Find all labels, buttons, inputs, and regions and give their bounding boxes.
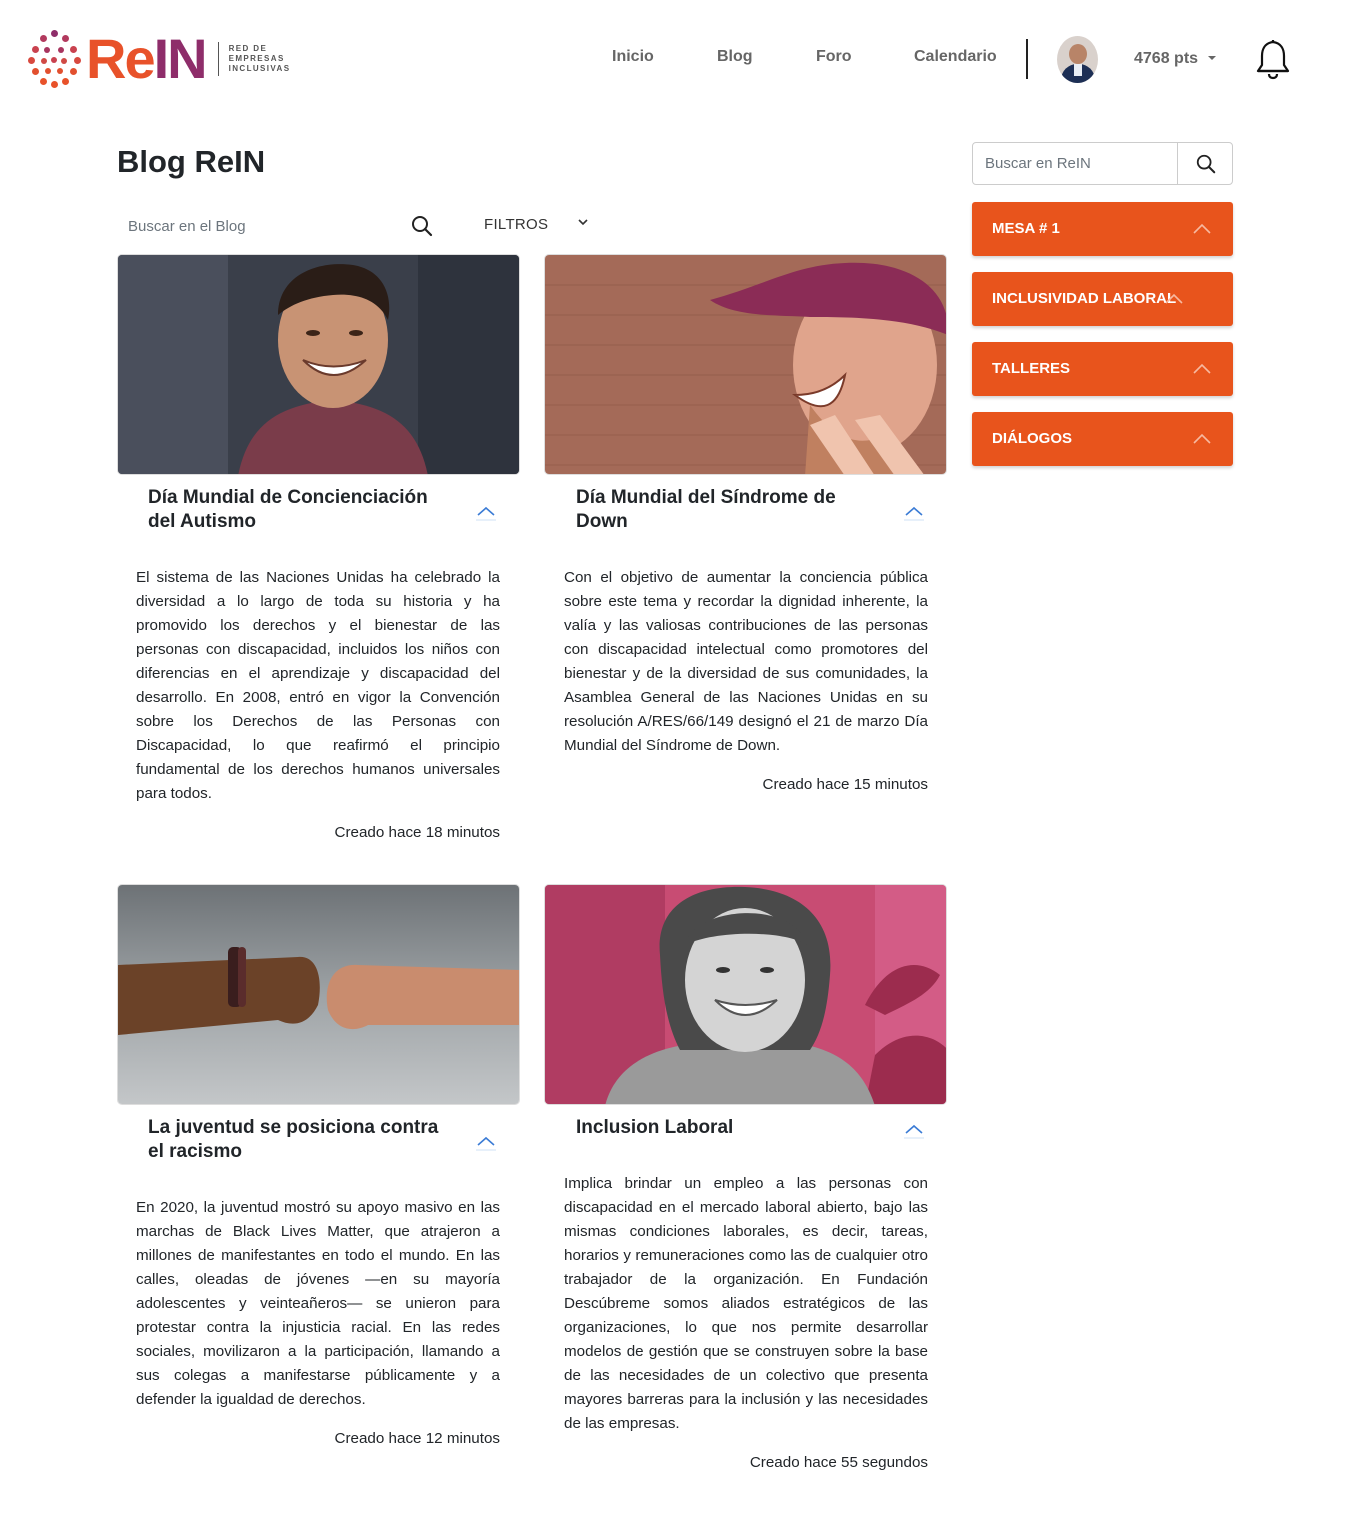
- accordion-label: DIÁLOGOS: [992, 430, 1073, 447]
- filters-dropdown[interactable]: FILTROS: [484, 216, 548, 233]
- accordion-label: MESA # 1: [992, 220, 1060, 237]
- nav-divider: [1026, 39, 1028, 79]
- accordion-talleres[interactable]: TALLERES: [972, 342, 1233, 396]
- search-icon: [1196, 154, 1216, 174]
- points-dropdown[interactable]: 4768 pts: [1134, 50, 1198, 68]
- accordion-label: INCLUSIVIDAD LABORAL: [992, 290, 1177, 307]
- card-title[interactable]: Inclusion Laboral: [576, 1116, 876, 1140]
- card-title[interactable]: Día Mundial del Síndrome de Down: [576, 486, 876, 534]
- logo-divider: [217, 42, 219, 76]
- chevron-up-icon: [1165, 293, 1183, 304]
- card-excerpt: Implica brindar un empleo a las personas…: [564, 1175, 928, 1432]
- chevron-up-icon: [1193, 223, 1211, 234]
- chevron-up-icon[interactable]: [476, 505, 496, 521]
- user-avatar[interactable]: [1057, 36, 1098, 83]
- nav-inicio[interactable]: Inicio: [612, 48, 654, 66]
- card-image-sindrome-down[interactable]: [544, 254, 947, 475]
- card-excerpt: En 2020, la juventud mostró su apoyo mas…: [136, 1199, 500, 1408]
- card-timestamp: Creado hace 12 minutos: [334, 1430, 500, 1447]
- card-title[interactable]: Día Mundial de Concienciación del Autism…: [148, 486, 448, 534]
- chevron-up-icon[interactable]: [904, 505, 924, 521]
- top-navbar: ReIN RED DE EMPRESAS INCLUSIVAS Inicio B…: [0, 0, 1349, 120]
- card-timestamp: Creado hace 15 minutos: [762, 776, 928, 793]
- logo-wordmark: ReIN: [86, 27, 208, 90]
- accordion-label: TALLERES: [992, 360, 1071, 377]
- nav-blog[interactable]: Blog: [717, 48, 753, 66]
- chevron-up-icon[interactable]: [476, 1135, 496, 1151]
- caret-down-icon[interactable]: [1208, 56, 1216, 60]
- rein-logo[interactable]: ReIN RED DE EMPRESAS INCLUSIVAS: [28, 30, 290, 88]
- card-title[interactable]: La juventud se posiciona contra el racis…: [148, 1116, 448, 1164]
- page-title: Blog ReIN: [117, 144, 266, 179]
- card-timestamp: Creado hace 18 minutos: [334, 824, 500, 841]
- accordion-mesa-1[interactable]: MESA # 1: [972, 202, 1233, 256]
- search-icon[interactable]: [410, 214, 434, 238]
- card-image-inclusion-laboral[interactable]: [544, 884, 947, 1105]
- accordion-inclusividad-laboral[interactable]: INCLUSIVIDAD LABORAL: [972, 272, 1233, 326]
- accordion-dialogos[interactable]: DIÁLOGOS: [972, 412, 1233, 466]
- blog-search: [117, 206, 439, 246]
- nav-calendario[interactable]: Calendario: [914, 48, 997, 66]
- site-search-button[interactable]: [1177, 143, 1233, 184]
- logo-subtitle: RED DE EMPRESAS INCLUSIVAS: [228, 44, 291, 73]
- card-excerpt: El sistema de las Naciones Unidas ha cel…: [136, 569, 500, 802]
- chevron-down-icon[interactable]: [577, 216, 589, 228]
- card-excerpt: Con el objetivo de aumentar la concienci…: [564, 569, 928, 754]
- nav-foro[interactable]: Foro: [816, 48, 852, 66]
- chevron-up-icon[interactable]: [904, 1123, 924, 1139]
- chevron-up-icon: [1193, 433, 1211, 444]
- blog-search-input[interactable]: [117, 206, 407, 246]
- chevron-up-icon: [1193, 363, 1211, 374]
- card-timestamp: Creado hace 55 segundos: [749, 1454, 928, 1471]
- logo-dots-icon: [28, 30, 82, 88]
- site-search-input[interactable]: [973, 143, 1177, 184]
- site-search: [972, 142, 1233, 185]
- card-image-racismo[interactable]: [117, 884, 520, 1105]
- card-image-autismo[interactable]: [117, 254, 520, 475]
- bell-icon[interactable]: [1254, 37, 1292, 81]
